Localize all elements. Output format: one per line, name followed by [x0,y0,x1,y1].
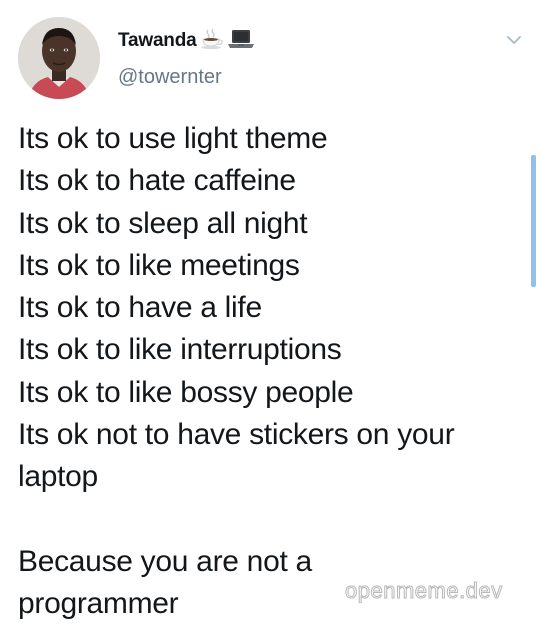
tweet-text: Its ok to use light theme Its ok to hate… [18,118,528,626]
tweet-card: Tawanda @towernter Its ok to use light t… [0,0,540,628]
laptop-icon [227,28,255,55]
user-handle[interactable]: @towernter [118,66,222,89]
tweet-line: Its ok to like bossy people [18,375,354,409]
tweet-line: Its ok to have a life [18,291,262,325]
tweet-line: Its ok not to have stickers on your [18,418,455,452]
tweet-line: Its ok to use light theme [18,122,328,155]
tweet-line: Its ok to like interruptions [18,333,342,367]
chevron-down-icon[interactable] [504,30,524,50]
tweet-line: Its ok to like meetings [18,248,300,282]
tweet-line: Because you are not a [18,544,312,578]
tweet-line: Its ok to hate caffeine [18,164,296,198]
name-row: Tawanda [118,28,255,54]
scrollbar[interactable] [531,155,536,287]
watermark: openmeme.dev [345,578,503,604]
coffee-icon [200,28,224,55]
display-name[interactable]: Tawanda [118,30,197,52]
avatar[interactable] [18,17,100,99]
tweet-line: laptop [18,460,98,494]
tweet-line: Its ok to sleep all night [18,206,308,240]
